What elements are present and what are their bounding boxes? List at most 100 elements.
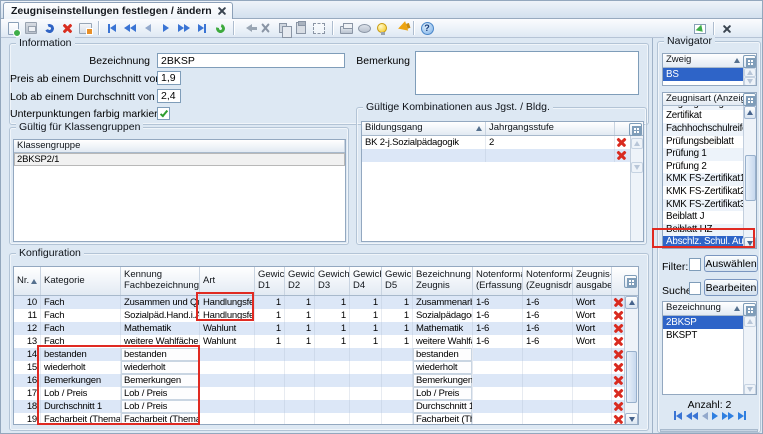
column-header-bezeichnung[interactable]: Bezeichnung bbox=[663, 302, 743, 315]
auswaehlen-button[interactable]: Auswählen bbox=[704, 255, 758, 272]
last-record-button[interactable] bbox=[193, 20, 211, 37]
column-header-nr[interactable]: Nr. bbox=[14, 267, 41, 295]
bezeichnung-scrollbar[interactable] bbox=[743, 316, 756, 395]
scroll-down-button[interactable] bbox=[744, 77, 756, 86]
column-header-zeugnisart[interactable]: Zeugnisart (Anzeigefor... bbox=[663, 93, 743, 105]
konfiguration-row[interactable]: 14 bestanden bestanden bestanden bbox=[14, 348, 638, 361]
close-view-button[interactable] bbox=[718, 20, 736, 37]
paste-button[interactable] bbox=[292, 20, 310, 37]
zeugnisart-item[interactable]: Prüfung 2 bbox=[663, 161, 745, 174]
column-header-notenformat-zeugnisdruck[interactable]: Notenformat (Zeugnisdruck) bbox=[523, 267, 573, 295]
form-button[interactable] bbox=[76, 20, 94, 37]
select-button[interactable] bbox=[310, 20, 328, 37]
column-header-gewicht-d5[interactable]: Gewicht D5 bbox=[382, 267, 413, 295]
delete-row-icon[interactable] bbox=[613, 310, 624, 321]
lob-input[interactable] bbox=[157, 89, 181, 103]
zeugnisart-item[interactable]: Prüfungsbeiblatt bbox=[663, 136, 745, 149]
zeugnisart-item[interactable]: Fachhochschulreife bbox=[663, 123, 745, 136]
delete-row-icon[interactable] bbox=[613, 297, 624, 308]
konfiguration-row[interactable]: 17 Lob / Preis Lob / Preis Lob / Preis bbox=[14, 387, 638, 400]
unterpunktungen-checkbox[interactable] bbox=[157, 107, 170, 120]
zeugnisart-item[interactable]: Abschlz. Schul. Ausbildg. bbox=[663, 236, 745, 249]
column-header-gewicht-d4[interactable]: Gewicht D4 bbox=[350, 267, 382, 295]
zeugnisart-item[interactable]: KMK FS-Zertifikat1 bbox=[663, 173, 745, 186]
scrollbar-thumb[interactable] bbox=[626, 351, 637, 403]
scroll-down-button[interactable] bbox=[625, 413, 638, 425]
zweig-grid-picker-button[interactable] bbox=[743, 55, 756, 68]
konfiguration-scrollbar[interactable] bbox=[624, 296, 638, 425]
zeugnisart-item[interactable]: Prüfung 1 bbox=[663, 148, 745, 161]
zeugnisart-item[interactable]: Zertifikat bbox=[663, 110, 745, 123]
fast-next-button[interactable] bbox=[722, 412, 734, 420]
new-button[interactable] bbox=[4, 20, 22, 37]
scroll-up-button[interactable] bbox=[631, 138, 643, 149]
delete-row-icon[interactable] bbox=[613, 414, 624, 425]
hint-button[interactable] bbox=[373, 20, 391, 37]
column-header-notenformat-erfassung[interactable]: Notenformat (Erfassung) bbox=[473, 267, 523, 295]
zeugnisart-item[interactable]: KMK FS-Zertifikat3 bbox=[663, 199, 745, 212]
navigate-back-button[interactable] bbox=[238, 20, 256, 37]
bezeichnung-grid-picker-button[interactable] bbox=[743, 303, 756, 316]
filter-input[interactable] bbox=[689, 258, 701, 271]
delete-row-icon[interactable] bbox=[613, 375, 624, 386]
copy-button[interactable] bbox=[274, 20, 292, 37]
zweig-row[interactable]: BS bbox=[663, 68, 745, 81]
delete-row-icon[interactable] bbox=[613, 362, 624, 373]
prev-record-button[interactable] bbox=[139, 20, 157, 37]
column-header-art[interactable]: Art bbox=[200, 267, 255, 295]
delete-row-icon[interactable] bbox=[613, 336, 624, 347]
konfiguration-grid-picker-button[interactable] bbox=[624, 275, 637, 288]
zeugnisart-grid-picker-button[interactable] bbox=[743, 93, 756, 106]
delete-button[interactable] bbox=[58, 20, 76, 37]
first-record-button[interactable] bbox=[103, 20, 121, 37]
kombination-row[interactable]: BK 2-j.Sozialpädagogik 2 bbox=[362, 136, 643, 149]
bearbeiten-button[interactable]: Bearbeiten bbox=[704, 279, 758, 296]
klassengruppe-row[interactable]: 2BKSP2/1 bbox=[14, 153, 345, 166]
fast-prev-button[interactable] bbox=[121, 20, 139, 37]
scroll-up-button[interactable] bbox=[625, 296, 638, 309]
bottom-resize-strip[interactable] bbox=[660, 429, 758, 432]
column-header-bildungsgang[interactable]: Bildungsgang bbox=[362, 122, 486, 135]
konfiguration-row[interactable]: 16 Bemerkungen Bemerkungen Bemerkungen bbox=[14, 374, 638, 387]
help-button[interactable]: ? bbox=[418, 20, 436, 37]
delete-row-icon[interactable] bbox=[613, 323, 624, 334]
bezeichnung-row[interactable]: BKSPT bbox=[663, 329, 745, 342]
konfiguration-row[interactable]: 13 Fach weitere Wahlfächer Wahlunt 1 1 1… bbox=[14, 335, 638, 348]
kombination-row[interactable] bbox=[362, 149, 643, 162]
column-header-gewicht-d3[interactable]: Gewicht D3 bbox=[315, 267, 350, 295]
suche-input[interactable] bbox=[689, 282, 701, 295]
column-header-gewicht-d1[interactable]: Gewicht D1 bbox=[255, 267, 285, 295]
delete-row-icon[interactable] bbox=[613, 401, 624, 412]
konfiguration-row[interactable]: 19 Facharbeit (Thema) Facharbeit (Thema)… bbox=[14, 413, 638, 425]
tab-close-icon[interactable] bbox=[218, 7, 226, 15]
first-record-button[interactable] bbox=[674, 411, 682, 420]
scroll-up-button[interactable] bbox=[744, 68, 756, 77]
save-button[interactable] bbox=[22, 20, 40, 37]
zeugnisart-item[interactable]: KMK FS-Zertifikat2 bbox=[663, 186, 745, 199]
last-record-button[interactable] bbox=[738, 411, 746, 420]
undo-button[interactable] bbox=[40, 20, 58, 37]
next-record-button[interactable] bbox=[712, 412, 718, 420]
konfiguration-row[interactable]: 12 Fach Mathematik Wahlunt 1 1 1 1 1 Mat… bbox=[14, 322, 638, 335]
konfiguration-row[interactable]: 10 Fach Zusammen und Quali... Handlungsf… bbox=[14, 296, 638, 309]
cut-button[interactable] bbox=[256, 20, 274, 37]
scroll-down-button[interactable] bbox=[631, 162, 643, 173]
refresh-button[interactable] bbox=[211, 20, 229, 37]
notification-button[interactable] bbox=[391, 20, 409, 37]
zeugnisart-item[interactable]: Beiblatt J bbox=[663, 211, 745, 224]
panel-splitter[interactable] bbox=[652, 38, 653, 434]
column-header-zweig[interactable]: Zweig bbox=[663, 54, 743, 67]
kombinationen-grid-picker-button[interactable] bbox=[629, 123, 642, 136]
kombinationen-scrollbar[interactable] bbox=[630, 136, 643, 242]
bemerkung-textarea[interactable] bbox=[415, 51, 639, 95]
delete-row-icon[interactable] bbox=[613, 388, 624, 399]
column-header-gewicht-d2[interactable]: Gewicht D2 bbox=[285, 267, 315, 295]
column-header-klassengruppe[interactable]: Klassengruppe bbox=[14, 140, 345, 152]
delete-row-icon[interactable] bbox=[613, 349, 624, 360]
preview-button[interactable] bbox=[355, 20, 373, 37]
column-header-kennung[interactable]: Kennung Fachbezeichnung bbox=[121, 267, 200, 295]
delete-row-icon[interactable] bbox=[616, 137, 627, 148]
scroll-up-button[interactable] bbox=[744, 106, 756, 119]
fast-next-button[interactable] bbox=[175, 20, 193, 37]
column-header-kategorie[interactable]: Kategorie bbox=[41, 267, 121, 295]
